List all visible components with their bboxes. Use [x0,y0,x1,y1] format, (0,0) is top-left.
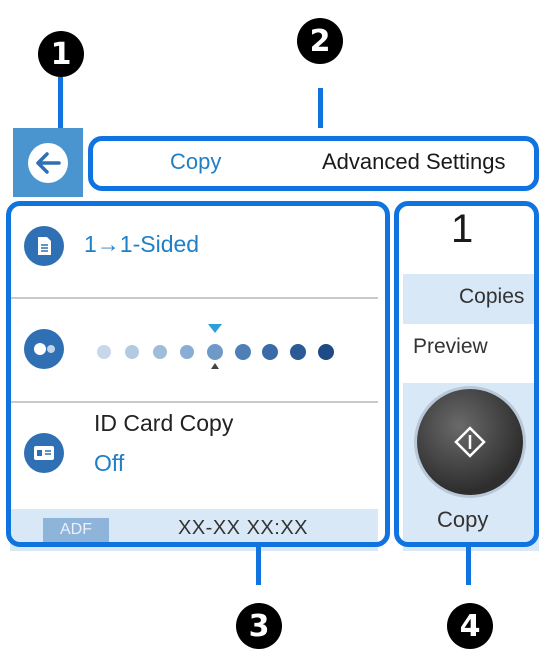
highlight-action-panel [394,201,539,547]
highlight-settings [6,201,390,547]
callout-2: 2 [297,18,343,64]
annotated-control-panel: 1 2 Copy Advanced Settings 1→1-Sided ID … [0,0,539,655]
callout-3-leader [256,547,261,585]
highlight-tabs [88,136,539,191]
callout-1-number: 1 [50,36,72,72]
callout-4-number: 4 [459,608,481,644]
callout-4: 4 [447,603,493,649]
callout-3-number: 3 [248,608,270,644]
back-icon-circle [28,142,68,183]
callout-3: 3 [236,603,282,649]
callout-2-number: 2 [309,23,331,59]
callout-1: 1 [38,31,84,77]
callout-4-leader [466,547,471,585]
back-button[interactable] [13,128,83,197]
arrow-left-icon [36,151,61,174]
